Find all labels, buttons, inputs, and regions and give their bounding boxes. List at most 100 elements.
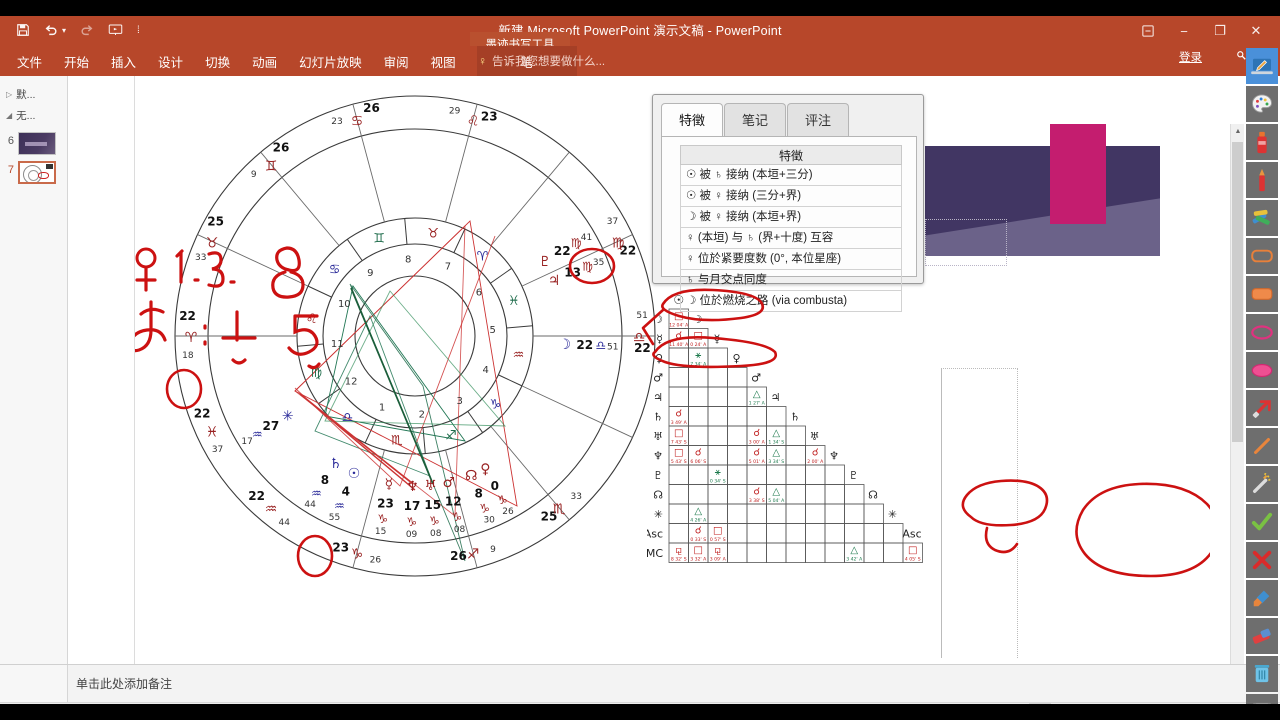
rounded-rect-filled-icon[interactable]: [1246, 276, 1278, 312]
tab-file[interactable]: 文件: [6, 46, 53, 76]
svg-text:△: △: [772, 448, 780, 459]
tab-features[interactable]: 特徵: [661, 103, 723, 137]
svg-text:08: 08: [430, 529, 442, 539]
cross-icon[interactable]: [1246, 542, 1278, 578]
svg-text:□: □: [713, 526, 722, 537]
svg-text:22: 22: [554, 244, 571, 258]
slide-thumbnail-6[interactable]: 6: [0, 126, 67, 155]
slide-thumbnail-pane[interactable]: ▷ 默... ◢ 无... 6 7: [0, 76, 68, 664]
sign-in-link[interactable]: 登录: [1179, 49, 1202, 65]
svg-text:△: △: [850, 545, 858, 556]
slide-canvas[interactable]: 26 ♋ 23 26 ♊ 9 25 ♉ 33 22 ♈ 18 22 ♓ 37 22 ♒ 44 23 ♑ 26 26 ♐ 9 25…: [134, 76, 1210, 664]
svg-text:♇: ♇: [653, 469, 663, 482]
slide-preview-7[interactable]: [18, 161, 56, 184]
tab-animations[interactable]: 动画: [241, 46, 288, 76]
undo-icon[interactable]: [44, 23, 58, 39]
redo-icon[interactable]: [80, 23, 94, 39]
eraser-icon[interactable]: [1246, 618, 1278, 654]
svg-text:♌: ♌: [306, 312, 318, 327]
ellipse-outline-icon[interactable]: [1246, 314, 1278, 350]
tab-insert[interactable]: 插入: [100, 46, 147, 76]
svg-text:26: 26: [273, 141, 290, 155]
section-group-none[interactable]: ◢ 无...: [0, 105, 67, 126]
trash-icon[interactable]: [1246, 656, 1278, 692]
undo-dropdown-icon[interactable]: ▾: [62, 27, 66, 35]
svg-text:♋: ♋: [351, 114, 364, 130]
tab-slideshow[interactable]: 幻灯片放映: [288, 46, 373, 76]
brush-icon[interactable]: [1246, 580, 1278, 616]
palette-icon[interactable]: [1246, 86, 1278, 122]
window-title: 新建 Microsoft PowerPoint 演示文稿 - PowerPoin…: [498, 24, 782, 38]
svg-text:3: 3: [457, 396, 463, 407]
save-icon[interactable]: [16, 23, 30, 39]
svg-text:♀: ♀: [732, 352, 740, 365]
slide-preview-6[interactable]: [18, 132, 56, 155]
svg-text:♒: ♒: [334, 499, 345, 513]
svg-text:♑: ♑: [351, 546, 364, 562]
tab-review[interactable]: 审阅: [373, 46, 420, 76]
slide-scrollbar[interactable]: ▲ ▼ ⇡ ⇣: [1230, 124, 1244, 720]
placeholder-box-1[interactable]: [925, 219, 1007, 266]
svg-text:✳: ✳: [654, 508, 663, 521]
spray-can-icon[interactable]: [1246, 124, 1278, 160]
svg-text:♌: ♌: [467, 114, 480, 130]
svg-text:♋: ♋: [329, 263, 341, 278]
svg-text:12 04' A: 12 04' A: [669, 323, 689, 329]
svg-text:4: 4: [342, 484, 350, 498]
svg-text:15: 15: [375, 527, 386, 537]
customize-qat-icon[interactable]: ⁞: [137, 26, 140, 36]
svg-text:⚹: ⚹: [695, 350, 701, 361]
notes-pane[interactable]: 单击此处添加备注: [0, 664, 1280, 703]
scrollbar-thumb[interactable]: [1232, 142, 1243, 442]
tab-comments[interactable]: 评注: [787, 103, 849, 137]
tab-notes[interactable]: 笔记: [724, 103, 786, 137]
svg-text:☿: ☿: [656, 333, 663, 346]
svg-text:♂: ♂: [751, 372, 761, 385]
svg-text:♀: ♀: [480, 461, 490, 477]
scroll-up-icon[interactable]: ▲: [1231, 124, 1245, 138]
ribbon-display-options-icon[interactable]: [1130, 16, 1166, 46]
start-slideshow-icon[interactable]: [108, 23, 123, 39]
mini-block-icon: [46, 164, 53, 169]
feature-row-2: ☉ 被 ♀ 接纳 (三分+界): [680, 186, 902, 207]
tab-design[interactable]: 设计: [147, 46, 194, 76]
svg-text:MC: MC: [647, 547, 663, 560]
svg-text:☌: ☌: [675, 409, 682, 420]
ellipse-filled-icon[interactable]: [1246, 352, 1278, 388]
svg-text:11: 11: [331, 339, 344, 350]
magic-wand-icon[interactable]: [1246, 466, 1278, 502]
svg-text:2: 2: [419, 410, 425, 421]
notes-placeholder[interactable]: 单击此处添加备注: [76, 675, 172, 692]
pen-tablet-icon[interactable]: [1246, 48, 1278, 84]
svg-text:♎: ♎: [633, 330, 646, 346]
rounded-rect-outline-icon[interactable]: [1246, 238, 1278, 274]
svg-text:4 26' A: 4 26' A: [690, 518, 707, 524]
svg-text:26: 26: [370, 556, 382, 566]
layout-group-default[interactable]: ▷ 默...: [0, 84, 67, 105]
tab-view[interactable]: 视图: [420, 46, 467, 76]
close-button[interactable]: ✕: [1238, 16, 1274, 46]
check-icon[interactable]: [1246, 504, 1278, 540]
powerpoint-window: 新建 Microsoft PowerPoint 演示文稿 - PowerPoin…: [0, 16, 1280, 720]
tab-transitions[interactable]: 切换: [194, 46, 241, 76]
line-icon[interactable]: [1246, 428, 1278, 464]
features-dialog[interactable]: 特徵 笔记 评注 特徵 ☉ 被 ♄ 接纳 (本垣+三分) ☉ 被 ♀ 接纳 (三…: [652, 94, 924, 312]
svg-text:33: 33: [195, 253, 206, 263]
svg-text:☿: ☿: [714, 333, 721, 346]
placeholder-box-2[interactable]: [941, 368, 1018, 658]
maximize-button[interactable]: ❐: [1202, 16, 1238, 46]
svg-text:☌: ☌: [753, 428, 760, 439]
svg-text:♑: ♑: [451, 510, 462, 524]
svg-text:△: △: [772, 428, 780, 439]
arrow-icon[interactable]: [1246, 390, 1278, 426]
marker-icon[interactable]: [1246, 162, 1278, 198]
svg-text:17: 17: [241, 437, 252, 447]
svg-text:33: 33: [570, 492, 581, 502]
crayons-icon[interactable]: [1246, 200, 1278, 236]
tell-me-box[interactable]: ♀ 告诉我您想要做什么...: [478, 46, 605, 76]
minimize-button[interactable]: −: [1166, 16, 1202, 46]
slide-thumbnail-7[interactable]: 7: [0, 155, 67, 184]
tab-home[interactable]: 开始: [53, 46, 100, 76]
svg-text:☿: ☿: [385, 477, 394, 493]
feature-row-5: ♀ 位於紧要度数 (0°, 本位星座): [680, 249, 902, 270]
